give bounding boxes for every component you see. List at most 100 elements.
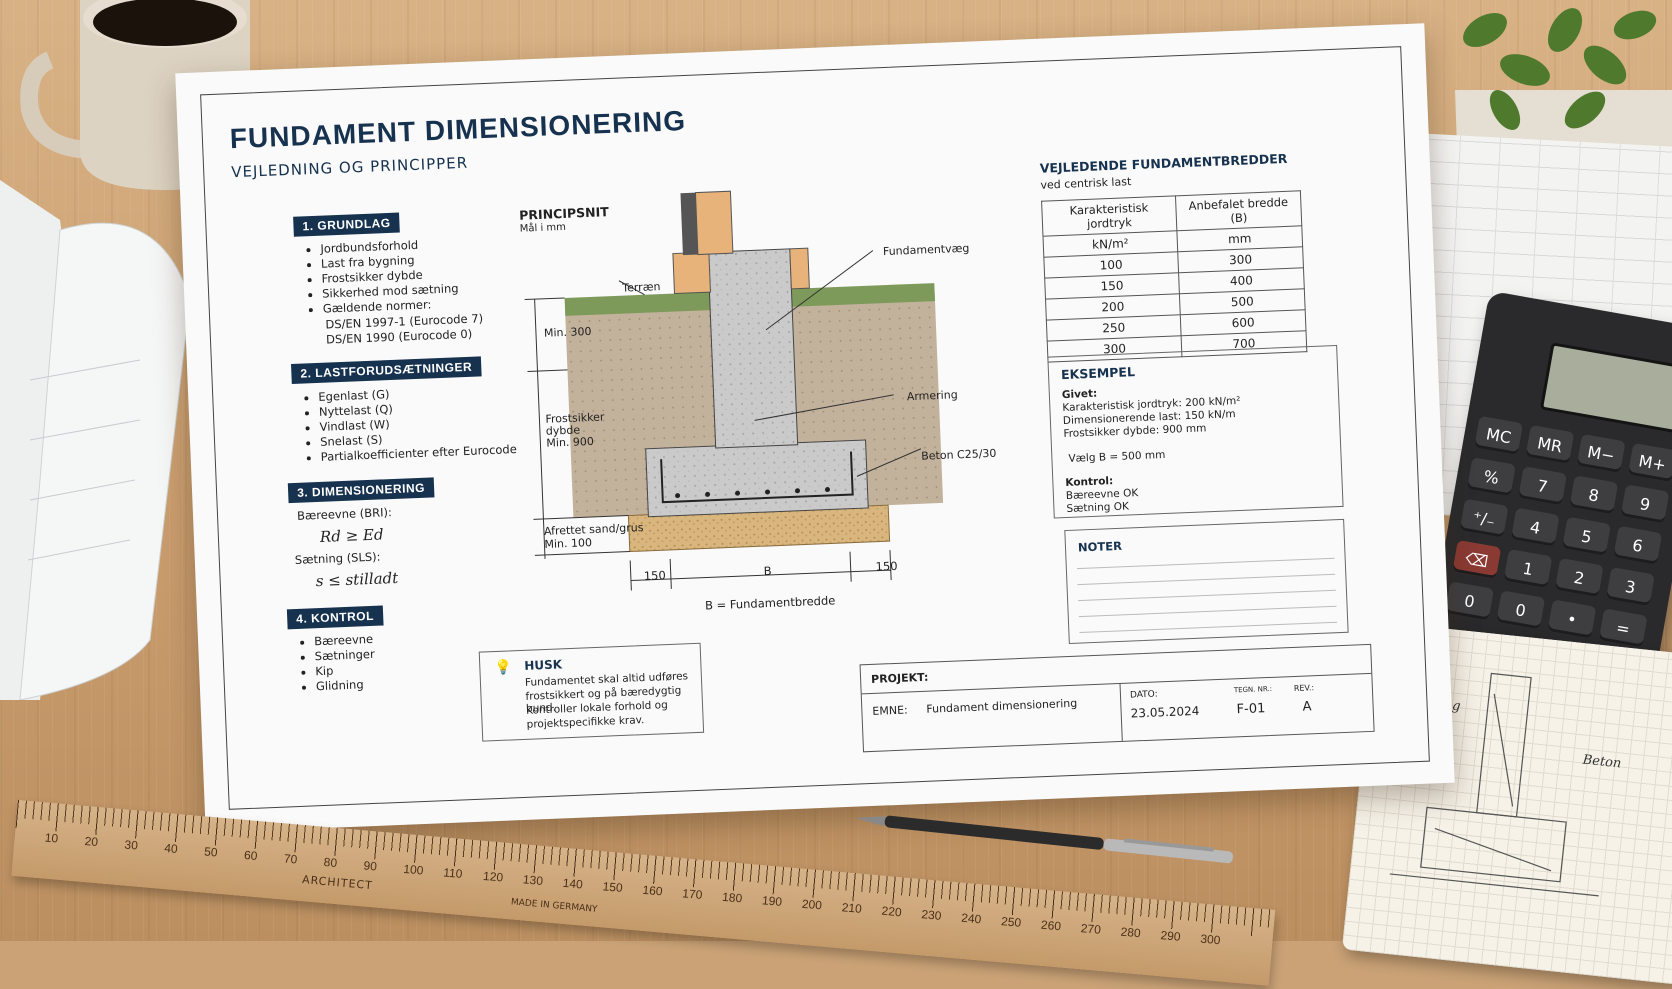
- ruler-number: 50: [203, 844, 219, 860]
- ruler-number: 280: [1120, 924, 1142, 941]
- ruler-number: 210: [841, 900, 863, 916]
- ruler-number: 200: [801, 896, 823, 913]
- husk-box: 💡 HUSK Fundamentet skal altid udføres fr…: [478, 642, 705, 742]
- calculator-key: MC: [1474, 415, 1524, 455]
- insulation-left: [672, 251, 711, 295]
- title-block-divider: [1119, 682, 1123, 741]
- ruler-number: 290: [1159, 928, 1182, 944]
- date-label: DATO:: [1129, 689, 1158, 701]
- ruler-number: 240: [960, 910, 982, 927]
- calculator-key: 4: [1510, 507, 1560, 547]
- upper-insulation: [694, 190, 734, 256]
- calculator-keypad: MC MR M− M+% 7 8 9 ⁺∕₋ 4 5 6 ⌫ 1 2 3 0 0 • =: [1445, 415, 1672, 649]
- subject-label: EMNE:: [872, 703, 908, 718]
- section-1-heading: 1. GRUNDLAG: [293, 212, 400, 237]
- foundation-wall: [707, 248, 799, 449]
- reinforcement-label: Armering: [906, 388, 958, 404]
- calculator-key: 9: [1620, 484, 1670, 524]
- calculator-key: 1: [1503, 548, 1553, 589]
- table-body: 100 300 150 400 200 500 250 600 300 700: [1043, 246, 1307, 363]
- wall-above-section: [680, 192, 698, 256]
- section-2-list: Egenlast (G) Nyttelast (Q) Vindlast (W) …: [300, 382, 517, 466]
- ruler-number: 220: [881, 903, 903, 920]
- calculator-key: MR: [1525, 424, 1575, 465]
- calculator-key: =: [1598, 608, 1648, 648]
- ruler-number: 300: [1199, 931, 1221, 948]
- ruler-number: 90: [363, 858, 378, 874]
- frost-depth-label-3: Min. 900: [546, 434, 595, 450]
- ruler-number: 140: [562, 875, 584, 892]
- width-table: Karakteristisk jordtryk Anbefalet bredde…: [1041, 190, 1307, 363]
- husk-line-4: projektspecifikke krav.: [526, 714, 645, 731]
- ruler-number: 10: [44, 830, 59, 846]
- sand-label-2: Min. 100: [544, 536, 593, 551]
- calculator-key: 5: [1562, 516, 1611, 556]
- calculator-key: 3: [1606, 567, 1655, 607]
- ruler-number: 160: [641, 882, 664, 899]
- example-choose: Vælg B = 500 mm: [1068, 448, 1166, 465]
- insulation-right: [789, 247, 810, 290]
- sls-formula: s ≤ stilladt: [315, 568, 399, 591]
- terrain-label: Terræn: [621, 280, 661, 295]
- ruler-made-in: MADE IN GERMANY: [510, 897, 598, 915]
- date-value: 23.05.2024: [1130, 703, 1200, 721]
- notes-heading: NOTER: [1077, 538, 1123, 555]
- dim-right-150: 150: [875, 558, 898, 574]
- ruler-number: 30: [123, 837, 139, 853]
- calculator-key: ⌫: [1452, 539, 1502, 580]
- example-given: Givet:: [1061, 387, 1098, 402]
- example-heading: EKSEMPEL: [1060, 364, 1136, 383]
- dim-left-150: 150: [643, 568, 667, 583]
- calculator-key: 7: [1518, 466, 1568, 506]
- calculator-key: 8: [1569, 475, 1619, 515]
- husk-heading: HUSK: [524, 657, 563, 673]
- example-check-2: Sætning OK: [1066, 500, 1130, 515]
- ruler-brand: ARCHITECT: [301, 873, 374, 893]
- calculator-key: M+: [1627, 442, 1672, 483]
- dim-b: B: [763, 563, 772, 579]
- ruler-number: 230: [920, 907, 943, 923]
- subject-value: Fundament dimensionering: [926, 696, 1078, 716]
- calculator-display: [1539, 342, 1672, 437]
- drawing-sheet: FUNDAMENT DIMENSIONERING VEJLEDNING OG P…: [175, 23, 1455, 833]
- notebook-label-beton: Beton: [1581, 752, 1622, 771]
- revision-label: REV.:: [1293, 683, 1315, 693]
- ruler-number: 80: [323, 854, 338, 871]
- calculator-key: 0: [1496, 590, 1546, 630]
- ruler-number: 70: [283, 851, 298, 867]
- calculator-key: 6: [1613, 525, 1663, 565]
- calculator-key: •: [1547, 599, 1597, 639]
- list-item: Sætninger: [314, 647, 375, 664]
- list-item: Glidning: [316, 677, 377, 694]
- drawing-number-value: F-01: [1236, 701, 1266, 718]
- ruler-number: 190: [761, 893, 783, 909]
- footing: [645, 439, 869, 518]
- project-label: PROJEKT:: [870, 670, 929, 686]
- ruler-number: 260: [1040, 917, 1062, 934]
- drawing-number-label: TEGN. NR.:: [1233, 684, 1273, 695]
- ruler-number: 100: [402, 861, 425, 878]
- ruler-number: 40: [163, 840, 179, 857]
- section-4-list: Bæreevne Sætninger Kip Glidning: [296, 632, 376, 695]
- section-4-heading: 4. KONTROL: [286, 605, 384, 630]
- rolled-drawings: [0, 180, 191, 700]
- example-box: EKSEMPEL Givet: Karakteristisk jordtryk:…: [1047, 344, 1344, 519]
- ruler-number: 270: [1080, 921, 1102, 937]
- ruler-number: 250: [1000, 914, 1022, 930]
- revision-value: A: [1302, 699, 1312, 715]
- ruler-number: 110: [442, 865, 463, 881]
- ruler-number: 170: [681, 886, 703, 902]
- ruler-number: 180: [721, 889, 743, 906]
- ruler-number: 130: [522, 872, 544, 889]
- example-check-heading: Kontrol:: [1065, 475, 1114, 489]
- ruler-number: 150: [602, 879, 624, 896]
- min300-label: Min. 300: [543, 324, 592, 340]
- table-header-width: Anbefalet bredde (B): [1175, 190, 1302, 231]
- lightbulb-icon: 💡: [494, 659, 513, 677]
- section-1-list: Jordbundsforhold Last fra bygning Frosts…: [302, 236, 459, 317]
- ruler-number: 120: [482, 868, 504, 885]
- ruler-number: 20: [84, 833, 99, 850]
- calculator-key: 2: [1554, 557, 1604, 598]
- calculator-key: %: [1466, 457, 1516, 497]
- calculator-key: ⁺∕₋: [1459, 498, 1509, 538]
